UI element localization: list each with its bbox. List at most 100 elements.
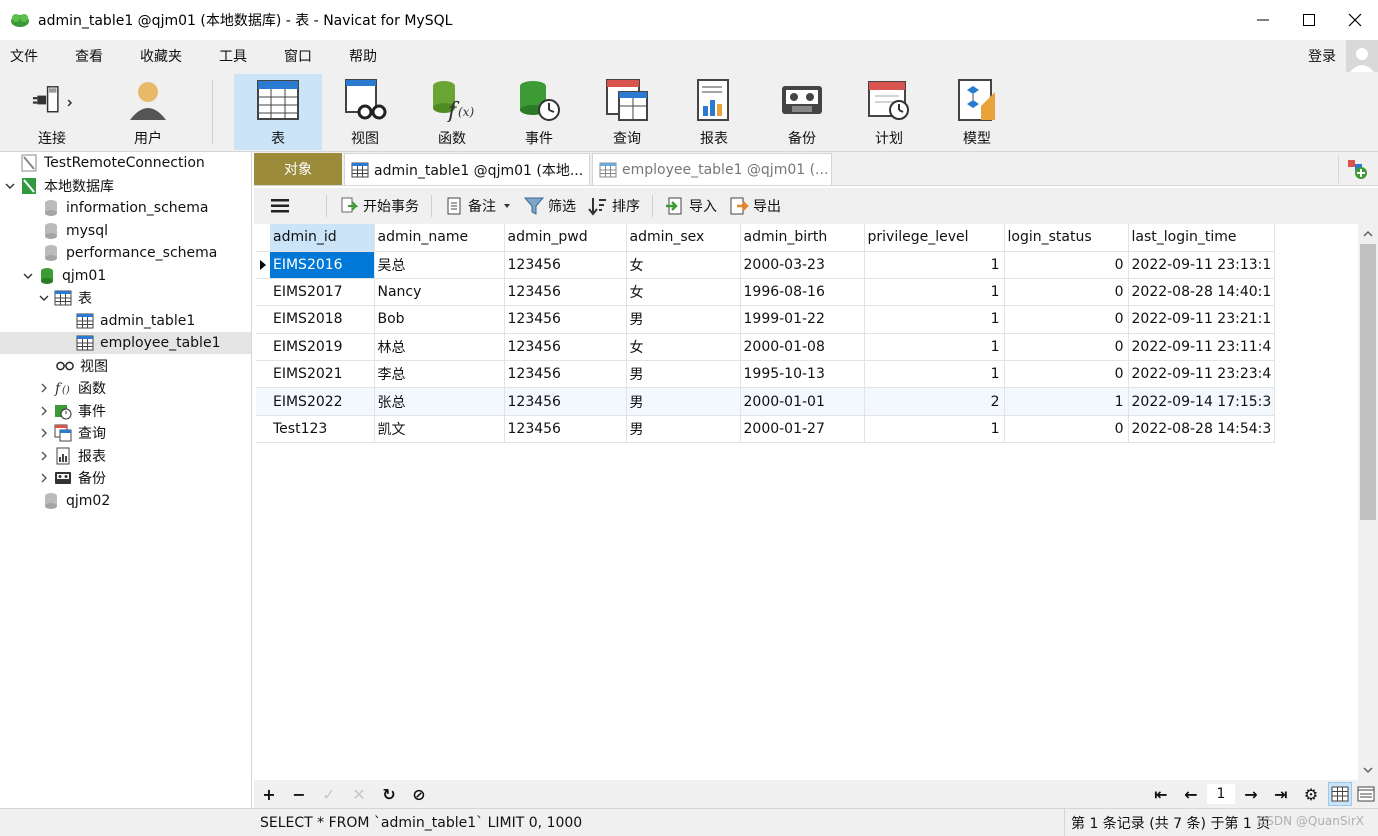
table-cell[interactable]: 李总 <box>374 360 505 389</box>
settings-button[interactable]: ⚙ <box>1296 782 1326 806</box>
table-cell[interactable]: 123456 <box>504 278 627 307</box>
table-cell[interactable]: 2 <box>864 387 1005 416</box>
table-cell[interactable]: 2022-08-28 14:40:1 <box>1128 278 1275 307</box>
menu-tools[interactable]: 工具 <box>209 46 260 66</box>
table-cell[interactable]: 0 <box>1004 360 1129 389</box>
toolbar-event-button[interactable]: 事件 <box>495 74 583 150</box>
table-row[interactable]: EIMS2017 Nancy 123456 女 1996-08-16 1 0 2… <box>256 278 1275 307</box>
table-cell[interactable]: EIMS2021 <box>270 360 375 389</box>
filter-button[interactable]: 筛选 <box>518 191 582 221</box>
tree-item-functions[interactable]: f() 函数 <box>0 377 251 399</box>
table-cell[interactable]: Nancy <box>374 278 505 307</box>
chevron-right-icon[interactable] <box>38 405 50 417</box>
table-row[interactable]: EIMS2019 林总 123456 女 2000-01-08 1 0 2022… <box>256 333 1275 362</box>
table-cell[interactable]: 2000-01-01 <box>740 387 865 416</box>
grid-menu-button[interactable] <box>264 191 296 221</box>
refresh-button[interactable]: ↻ <box>374 782 404 806</box>
table-cell[interactable]: 女 <box>626 251 741 279</box>
last-page-button[interactable]: ⇥ <box>1266 782 1296 806</box>
tree-item-admin-table1[interactable]: admin_table1 <box>0 310 251 332</box>
table-cell[interactable]: 123456 <box>504 251 627 279</box>
tree-item-views[interactable]: 视图 <box>0 355 251 377</box>
chevron-right-icon[interactable] <box>38 450 50 462</box>
sort-button[interactable]: 排序 <box>582 191 646 221</box>
table-cell[interactable]: Test123 <box>270 415 375 444</box>
table-cell[interactable]: 0 <box>1004 251 1129 279</box>
table-cell[interactable]: 123456 <box>504 415 627 444</box>
column-header-admin-pwd[interactable]: admin_pwd <box>504 224 627 252</box>
chevron-down-icon[interactable] <box>38 292 50 304</box>
table-cell[interactable]: 1999-01-22 <box>740 305 865 334</box>
table-cell[interactable]: 123456 <box>504 333 627 362</box>
table-cell[interactable]: 男 <box>626 305 741 334</box>
next-page-button[interactable]: → <box>1236 782 1266 806</box>
grid-view-button[interactable] <box>1328 782 1352 806</box>
chevron-right-icon[interactable] <box>38 427 50 439</box>
table-cell[interactable]: 123456 <box>504 360 627 389</box>
apply-changes-button[interactable]: ✓ <box>314 782 344 806</box>
table-cell[interactable]: EIMS2022 <box>270 387 375 416</box>
column-header-admin-sex[interactable]: admin_sex <box>626 224 741 252</box>
table-cell[interactable]: 林总 <box>374 333 505 362</box>
table-cell[interactable]: 2022-09-11 23:11:4 <box>1128 333 1275 362</box>
table-cell[interactable]: 0 <box>1004 305 1129 334</box>
memo-button[interactable]: 备注 <box>438 191 518 221</box>
menu-help[interactable]: 帮助 <box>339 46 390 66</box>
table-cell[interactable]: 123456 <box>504 387 627 416</box>
column-header-admin-birth[interactable]: admin_birth <box>740 224 865 252</box>
chevron-down-icon[interactable] <box>4 180 16 192</box>
discard-changes-button[interactable]: ✕ <box>344 782 374 806</box>
tab-employee-table1[interactable]: employee_table1 @qjm01 (... <box>592 153 832 185</box>
toolbar-connection-button[interactable]: 连接 <box>8 74 96 150</box>
table-cell[interactable]: 2022-08-28 14:54:3 <box>1128 415 1275 444</box>
first-page-button[interactable]: ⇤ <box>1146 782 1176 806</box>
toolbar-schedule-button[interactable]: 计划 <box>845 74 933 150</box>
table-cell[interactable]: EIMS2019 <box>270 333 375 362</box>
table-cell[interactable]: 2000-03-23 <box>740 251 865 279</box>
table-cell[interactable]: 2022-09-11 23:21:1 <box>1128 305 1275 334</box>
menu-view[interactable]: 查看 <box>65 46 116 66</box>
form-view-button[interactable] <box>1354 782 1378 806</box>
toolbar-query-button[interactable]: 查询 <box>583 74 671 150</box>
tab-admin-table1[interactable]: admin_table1 @qjm01 (本地... <box>344 153 590 185</box>
table-cell[interactable]: EIMS2017 <box>270 278 375 307</box>
table-row[interactable]: Test123 凯文 123456 男 2000-01-27 1 0 2022-… <box>256 415 1275 444</box>
table-cell[interactable]: 0 <box>1004 415 1129 444</box>
scroll-down-button[interactable] <box>1358 760 1378 780</box>
column-header-admin-id[interactable]: admin_id <box>270 224 375 252</box>
tree-item-mysql[interactable]: mysql <box>0 220 251 242</box>
table-row[interactable]: EIMS2022 张总 123456 男 2000-01-01 2 1 2022… <box>256 387 1275 416</box>
table-cell[interactable]: 123456 <box>504 305 627 334</box>
toolbar-table-button[interactable]: 表 <box>234 74 322 150</box>
table-cell[interactable]: 2022-09-11 23:23:4 <box>1128 360 1275 389</box>
tree-item-testremoteconnection[interactable]: TestRemoteConnection <box>0 152 251 174</box>
chevron-down-icon[interactable] <box>22 270 34 282</box>
tree-item-information-schema[interactable]: information_schema <box>0 197 251 219</box>
table-cell[interactable]: 2000-01-08 <box>740 333 865 362</box>
delete-record-button[interactable]: − <box>284 782 314 806</box>
table-row[interactable]: EIMS2021 李总 123456 男 1995-10-13 1 0 2022… <box>256 360 1275 389</box>
maximize-button[interactable] <box>1286 0 1332 40</box>
table-cell[interactable]: 男 <box>626 387 741 416</box>
tree-item-employee-table1[interactable]: employee_table1 <box>0 332 251 354</box>
table-cell[interactable]: 吴总 <box>374 251 505 279</box>
table-cell[interactable]: 2022-09-14 17:15:3 <box>1128 387 1275 416</box>
table-cell[interactable]: EIMS2018 <box>270 305 375 334</box>
column-header-login-status[interactable]: login_status <box>1004 224 1129 252</box>
tree-item-backups[interactable]: 备份 <box>0 467 251 489</box>
toolbar-user-button[interactable]: 用户 <box>104 74 192 150</box>
add-record-button[interactable]: + <box>254 782 284 806</box>
tree-item-queries[interactable]: 查询 <box>0 422 251 444</box>
table-cell[interactable]: 1996-08-16 <box>740 278 865 307</box>
export-button[interactable]: 导出 <box>723 191 787 221</box>
column-header-admin-name[interactable]: admin_name <box>374 224 505 252</box>
toolbar-function-button[interactable]: f (x) 函数 <box>408 74 496 150</box>
vertical-scrollbar[interactable] <box>1358 224 1378 780</box>
table-cell[interactable]: 男 <box>626 360 741 389</box>
table-cell[interactable]: 女 <box>626 333 741 362</box>
import-button[interactable]: 导入 <box>659 191 723 221</box>
toolbar-model-button[interactable]: 模型 <box>933 74 1021 150</box>
chevron-right-icon[interactable] <box>38 472 50 484</box>
table-cell[interactable]: 女 <box>626 278 741 307</box>
table-cell[interactable]: 1995-10-13 <box>740 360 865 389</box>
